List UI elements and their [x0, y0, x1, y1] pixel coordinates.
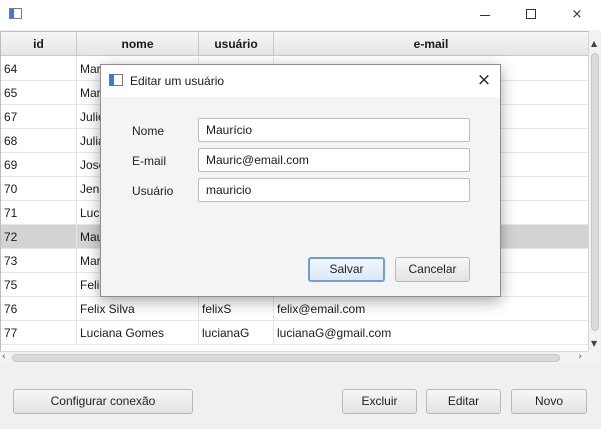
cell-id: 70	[1, 177, 77, 201]
nome-field[interactable]	[198, 118, 470, 142]
cell-id: 65	[1, 81, 77, 105]
cell-email: felix@email.com	[274, 297, 588, 321]
app-window-icon	[9, 8, 22, 19]
cell-usuario: felixS	[199, 297, 274, 321]
minimize-icon	[480, 15, 490, 16]
cell-id: 75	[1, 273, 77, 297]
close-icon: ×	[571, 7, 583, 22]
column-header-email[interactable]: e-mail	[274, 32, 588, 56]
column-header-id[interactable]: id	[1, 32, 77, 56]
vertical-scrollbar[interactable]: ▲ ▼	[588, 31, 601, 352]
nome-label: Nome	[132, 124, 165, 138]
edit-user-dialog: Editar um usuário × Nome E-mail Usuário …	[100, 64, 501, 297]
window-titlebar: ×	[0, 0, 601, 30]
close-button[interactable]: ×	[554, 0, 600, 30]
usuario-field[interactable]	[198, 178, 470, 202]
close-icon: ×	[476, 70, 492, 90]
minimize-button[interactable]	[462, 0, 508, 30]
column-header-usuario[interactable]: usuário	[199, 32, 274, 56]
scroll-down-icon[interactable]: ▼	[591, 339, 597, 348]
scroll-right-icon[interactable]: ›	[578, 352, 582, 362]
email-label: E-mail	[132, 154, 167, 168]
configure-connection-button[interactable]: Configurar conexão	[13, 389, 193, 414]
cell-id: 68	[1, 129, 77, 153]
cell-id: 76	[1, 297, 77, 321]
cell-id: 73	[1, 249, 77, 273]
save-button[interactable]: Salvar	[308, 257, 385, 282]
dialog-titlebar: Editar um usuário ×	[101, 65, 500, 97]
maximize-icon	[526, 9, 536, 19]
column-header-nome[interactable]: nome	[77, 32, 199, 56]
cell-email: lucianaG@gmail.com	[274, 321, 588, 345]
cell-nome: Luciana Gomes	[77, 321, 199, 345]
cell-id: 64	[1, 57, 77, 81]
usuario-label: Usuário	[132, 184, 174, 198]
cancel-button[interactable]: Cancelar	[395, 257, 470, 282]
scrollbar-corner	[588, 351, 601, 364]
email-field[interactable]	[198, 148, 470, 172]
cell-id: 67	[1, 105, 77, 129]
dialog-close-button[interactable]: ×	[472, 69, 496, 93]
cell-id: 71	[1, 201, 77, 225]
delete-button[interactable]: Excluir	[342, 389, 417, 414]
table-row[interactable]: 77 Luciana Gomes lucianaG lucianaG@gmail.co…	[1, 321, 588, 345]
scroll-left-icon[interactable]: ‹	[2, 352, 6, 362]
cell-id: 72	[1, 225, 77, 249]
horizontal-scrollbar[interactable]: ‹ ›	[0, 351, 588, 364]
cell-nome: Felix Silva	[77, 297, 199, 321]
cell-usuario: lucianaG	[199, 321, 274, 345]
cell-id: 77	[1, 321, 77, 345]
dialog-window-icon	[109, 74, 123, 86]
cell-id: 69	[1, 153, 77, 177]
table-row[interactable]: 76 Felix Silva felixS felix@email.com	[1, 297, 588, 321]
dialog-title: Editar um usuário	[130, 74, 225, 88]
new-button[interactable]: Novo	[511, 389, 587, 414]
table-header: id nome usuário e-mail	[1, 32, 588, 56]
vertical-scroll-thumb[interactable]	[591, 53, 599, 331]
edit-button[interactable]: Editar	[426, 389, 501, 414]
horizontal-scroll-thumb[interactable]	[12, 354, 560, 362]
scroll-up-icon[interactable]: ▲	[591, 39, 597, 48]
maximize-button[interactable]	[508, 0, 554, 30]
